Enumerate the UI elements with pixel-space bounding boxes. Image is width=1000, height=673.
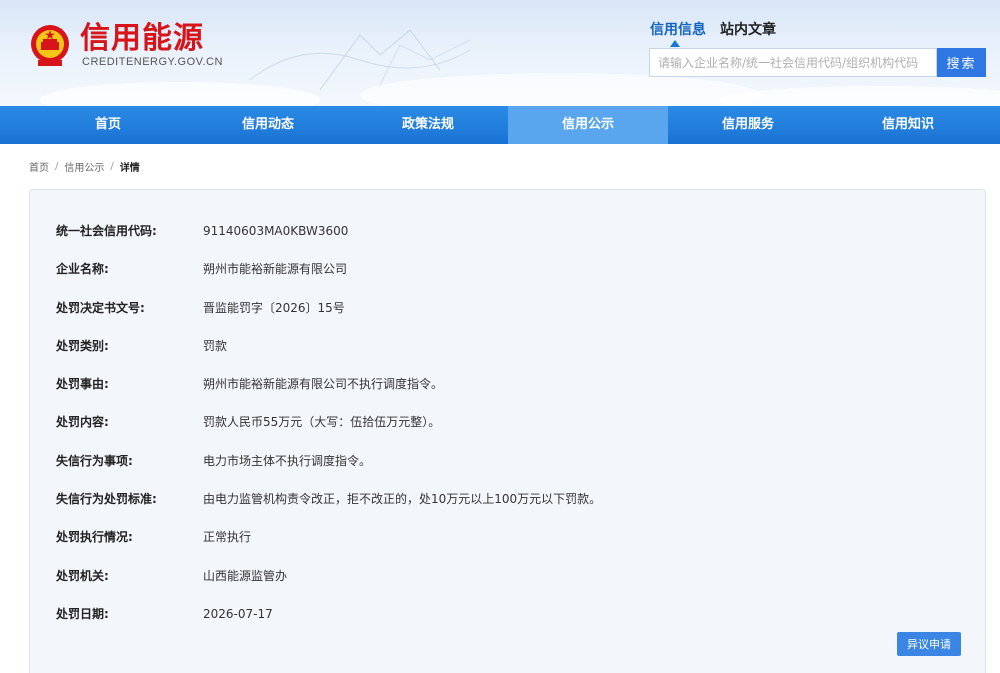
detail-value: 由电力监管机构责令改正，拒不改正的，处10万元以上100万元以下罚款。 xyxy=(203,492,602,507)
detail-value: 正常执行 xyxy=(203,530,252,545)
breadcrumb-separator: / xyxy=(55,161,59,172)
detail-row-company-name: 企业名称: 朔州市能裕新能源有限公司 xyxy=(56,261,601,299)
detail-value: 晋监能罚字〔2026〕15号 xyxy=(203,300,345,315)
detail-value: 2026-07-17 xyxy=(203,606,273,621)
detail-label: 处罚事由: xyxy=(56,377,109,392)
detail-row-dishonest-item: 失信行为事项: 电力市场主体不执行调度指令。 xyxy=(56,453,601,491)
nav-item-policies[interactable]: 政策法规 xyxy=(348,106,508,144)
site-domain: CREDITENERGY.GOV.CN xyxy=(82,56,223,68)
detail-value: 罚款 xyxy=(203,338,228,353)
breadcrumb: 首页 / 信用公示 / 详情 xyxy=(29,159,140,174)
objection-request-button[interactable]: 异议申请 xyxy=(897,632,961,656)
breadcrumb-home[interactable]: 首页 xyxy=(29,159,49,174)
detail-row-penalty-standard: 失信行为处罚标准: 由电力监管机构责令改正，拒不改正的，处10万元以上100万元… xyxy=(56,491,601,529)
detail-value: 91140603MA0KBW3600 xyxy=(203,224,349,238)
detail-label: 处罚内容: xyxy=(56,415,109,430)
detail-label: 处罚决定书文号: xyxy=(56,300,145,315)
detail-row-penalty-date: 处罚日期: 2026-07-17 xyxy=(56,606,601,644)
search-button[interactable]: 搜索 xyxy=(937,48,986,77)
detail-label: 处罚类别: xyxy=(56,338,109,353)
search-input[interactable] xyxy=(649,48,937,77)
detail-label: 处罚日期: xyxy=(56,606,109,621)
detail-row-decision-number: 处罚决定书文号: 晋监能罚字〔2026〕15号 xyxy=(56,300,601,338)
detail-label: 统一社会信用代码: xyxy=(56,224,157,238)
detail-row-penalty-reason: 处罚事由: 朔州市能裕新能源有限公司不执行调度指令。 xyxy=(56,376,601,414)
nav-item-home[interactable]: 首页 xyxy=(0,106,188,144)
penalty-detail-panel: 统一社会信用代码: 91140603MA0KBW3600 企业名称: 朔州市能裕… xyxy=(29,189,986,673)
search-tab-credit-info[interactable]: 信用信息 xyxy=(650,21,706,39)
detail-value: 电力市场主体不执行调度指令。 xyxy=(203,453,372,468)
site-title: 信用能源 xyxy=(80,21,204,56)
detail-row-penalty-content: 处罚内容: 罚款人民币55万元（大写：伍拾伍万元整）。 xyxy=(56,414,601,452)
site-header: 信用能源 CREDITENERGY.GOV.CN 信用信息 站内文章 搜索 xyxy=(0,0,1000,106)
search-tabs: 信用信息 站内文章 xyxy=(650,21,776,39)
main-nav: 首页 信用动态 政策法规 信用公示 信用服务 信用知识 xyxy=(0,106,1000,144)
detail-value: 朔州市能裕新能源有限公司 xyxy=(203,262,348,277)
national-emblem-icon xyxy=(31,25,69,66)
breadcrumb-current: 详情 xyxy=(119,163,140,174)
detail-row-credit-code: 统一社会信用代码: 91140603MA0KBW3600 xyxy=(56,223,601,261)
nav-item-credit-knowledge[interactable]: 信用知识 xyxy=(828,106,988,144)
breadcrumb-separator: / xyxy=(110,161,114,172)
detail-rows: 统一社会信用代码: 91140603MA0KBW3600 企业名称: 朔州市能裕… xyxy=(56,223,601,644)
detail-label: 失信行为处罚标准: xyxy=(56,492,157,507)
detail-value: 罚款人民币55万元（大写：伍拾伍万元整）。 xyxy=(203,415,441,430)
detail-row-penalty-authority: 处罚机关: 山西能源监管办 xyxy=(56,568,601,606)
active-tab-caret-icon xyxy=(670,40,680,47)
detail-label: 处罚执行情况: xyxy=(56,530,133,545)
detail-label: 失信行为事项: xyxy=(56,453,133,468)
detail-row-penalty-type: 处罚类别: 罚款 xyxy=(56,338,601,376)
nav-item-credit-services[interactable]: 信用服务 xyxy=(668,106,828,144)
detail-label: 处罚机关: xyxy=(56,568,109,583)
search-tab-site-articles[interactable]: 站内文章 xyxy=(720,21,776,39)
nav-item-credit-news[interactable]: 信用动态 xyxy=(188,106,348,144)
detail-row-execution-status: 处罚执行情况: 正常执行 xyxy=(56,529,601,567)
detail-value: 山西能源监管办 xyxy=(203,568,288,583)
nav-item-credit-publicity[interactable]: 信用公示 xyxy=(508,106,668,144)
detail-label: 企业名称: xyxy=(56,262,109,277)
breadcrumb-credit-publicity[interactable]: 信用公示 xyxy=(64,159,104,174)
detail-value: 朔州市能裕新能源有限公司不执行调度指令。 xyxy=(203,377,444,392)
